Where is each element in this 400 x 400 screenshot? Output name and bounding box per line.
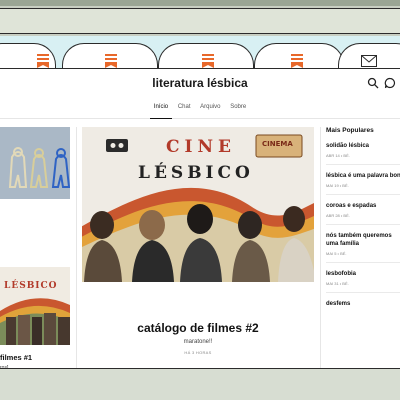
collage-illustration: [0, 267, 70, 345]
column-divider: [76, 127, 77, 377]
publication-nav: Início Chat Arquivo Sobre: [0, 99, 400, 119]
nav-item-inicio[interactable]: Início: [149, 99, 173, 119]
featured-post-title[interactable]: catálogo de filmes #2: [82, 321, 314, 335]
popular-item-meta: MAI 19 • BÉ.: [326, 183, 349, 188]
search-icon[interactable]: [367, 77, 379, 89]
featured-post-time: HÁ 3 HORAS: [184, 350, 212, 355]
nav-item-arquivo[interactable]: Arquivo: [196, 99, 224, 119]
collage-word-cine: CINE: [166, 137, 236, 157]
nav-item-sobre[interactable]: Sobre: [226, 99, 250, 119]
popular-item-meta: ABR 14 • BÉ.: [326, 153, 350, 158]
publication-page: literatura lésbica Início Chat Arquivo S…: [0, 68, 400, 377]
popular-item-meta: ABR 28 • BÉ.: [326, 213, 350, 218]
popular-item-title[interactable]: solidão lésbica: [326, 142, 400, 150]
popular-item-meta: MAI 5 • BÉ.: [326, 251, 347, 256]
popular-item-title[interactable]: desfems: [326, 300, 400, 308]
substack-icon: [202, 54, 214, 68]
popular-item-meta: MAI 31 • BÉ.: [326, 281, 349, 286]
publication-header: literatura lésbica: [0, 69, 400, 99]
post-image-figures[interactable]: [0, 127, 70, 199]
frame-band: [0, 8, 400, 34]
featured-post-image[interactable]: CINE LÉSBICO CINEMA: [82, 127, 314, 282]
left-post-title[interactable]: filmes #1: [0, 353, 32, 362]
popular-item[interactable]: coroas e espadas ABR 28 • BÉ.: [326, 202, 400, 225]
popular-item[interactable]: nós também queremos uma família MAI 5 • …: [326, 232, 400, 263]
figures-illustration: [0, 127, 70, 199]
popular-item-title[interactable]: lesbofobia: [326, 270, 400, 278]
post-image-collage[interactable]: LÉSBICO: [0, 267, 70, 345]
popular-item-title[interactable]: coroas e espadas: [326, 202, 400, 210]
collage-word-lesbico: LÉSBICO: [138, 163, 254, 183]
popular-item[interactable]: solidão lésbica ABR 14 • BÉ.: [326, 142, 400, 165]
cinema-ticket-text: CINEMA: [262, 140, 293, 148]
nav-item-chat[interactable]: Chat: [174, 99, 195, 119]
popular-item[interactable]: lésbica é uma palavra bonita MAI 19 • BÉ…: [326, 172, 400, 195]
featured-post-subtitle: maratone!!: [183, 339, 213, 345]
mail-icon: [361, 55, 377, 67]
popular-heading: Mais Populares: [326, 127, 374, 134]
collage-text: LÉSBICO: [4, 281, 58, 291]
frame-stripe: [0, 0, 400, 6]
popular-sidebar: Mais Populares solidão lésbica ABR 14 • …: [326, 127, 400, 321]
substack-icon: [105, 54, 117, 68]
window-frame-top: [0, 0, 400, 36]
popular-item[interactable]: desfems: [326, 300, 400, 314]
substack-icon: [291, 54, 303, 68]
left-post-column: LÉSBICO filmes #1 ros]: [0, 127, 70, 377]
substack-icon: [37, 54, 49, 68]
publication-title[interactable]: literatura lésbica: [0, 76, 400, 90]
chat-icon[interactable]: [384, 77, 396, 89]
window-frame-bottom: [0, 368, 400, 400]
popular-item-title[interactable]: lésbica é uma palavra bonita: [326, 172, 400, 180]
popular-item-title[interactable]: nós também queremos uma família: [326, 232, 400, 248]
sidebar-divider: [320, 127, 321, 377]
popular-item[interactable]: lesbofobia MAI 31 • BÉ.: [326, 270, 400, 293]
